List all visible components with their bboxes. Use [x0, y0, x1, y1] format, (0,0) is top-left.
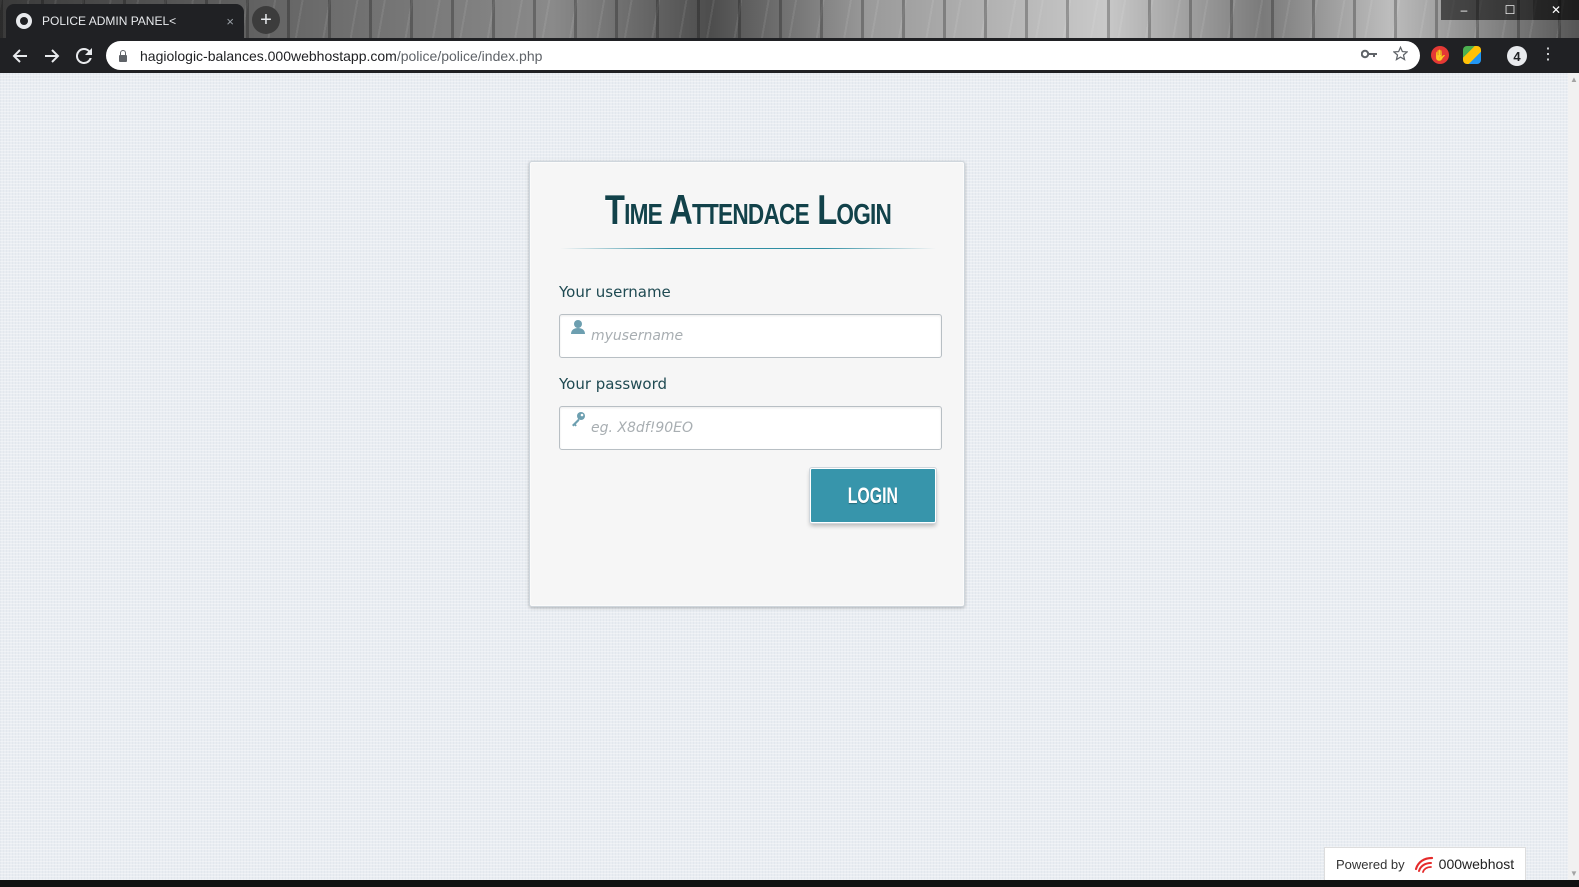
minimize-button[interactable]: –	[1441, 0, 1487, 20]
browser-toolbar: hagiologic-balances.000webhostapp.com/po…	[0, 38, 1579, 73]
close-window-button[interactable]: ✕	[1533, 0, 1579, 20]
star-icon[interactable]	[1392, 45, 1409, 65]
maximize-button[interactable]: ☐	[1487, 0, 1533, 20]
powered-by-badge[interactable]: Powered by 000webhost	[1324, 847, 1526, 880]
scroll-down-icon[interactable]: ▼	[1570, 869, 1578, 878]
more-menu-icon[interactable]: ⋮	[1540, 46, 1556, 64]
window-bottom-edge	[0, 880, 1579, 887]
brand-name: 000webhost	[1438, 856, 1515, 872]
scroll-up-icon[interactable]: ▲	[1570, 75, 1578, 84]
password-input[interactable]	[560, 407, 941, 449]
page-background: Time Attendace Login Your username Your …	[0, 73, 1568, 880]
browser-titlebar: POLICE ADMIN PANEL< × + – ☐ ✕	[0, 0, 1579, 38]
login-button-label: LOGIN	[847, 482, 899, 508]
password-label: Your password	[559, 375, 668, 393]
forward-icon[interactable]	[36, 40, 68, 72]
username-field-wrapper	[559, 314, 942, 358]
key-icon[interactable]	[1360, 46, 1377, 65]
login-panel: Time Attendace Login Your username Your …	[529, 161, 965, 607]
url-host: hagiologic-balances.000webhostapp.com	[140, 47, 397, 64]
profile-badge-icon[interactable]: 4	[1507, 46, 1527, 66]
reload-icon[interactable]	[68, 40, 100, 72]
globe-icon	[16, 13, 32, 29]
password-field-wrapper	[559, 406, 942, 450]
new-tab-button[interactable]: +	[252, 6, 280, 34]
tab-title: POLICE ADMIN PANEL<	[42, 14, 177, 28]
browser-tab[interactable]: POLICE ADMIN PANEL< ×	[6, 4, 244, 38]
back-icon[interactable]	[4, 40, 36, 72]
address-bar[interactable]: hagiologic-balances.000webhostapp.com/po…	[106, 41, 1420, 70]
username-input[interactable]	[560, 315, 941, 357]
login-title: Time Attendace Login	[604, 186, 892, 233]
username-label: Your username	[559, 283, 671, 301]
000webhost-logo-icon	[1414, 856, 1433, 873]
powered-by-text: Powered by	[1336, 856, 1405, 872]
title-divider	[560, 248, 936, 249]
window-controls: – ☐ ✕	[1441, 0, 1579, 20]
lock-icon[interactable]	[118, 49, 128, 62]
login-button[interactable]: LOGIN	[810, 468, 936, 523]
url-path: /police/police/index.php	[396, 47, 543, 64]
stop-extension-icon[interactable]: ✋	[1431, 46, 1449, 64]
page-scrollbar[interactable]: ▲ ▼	[1568, 73, 1579, 880]
tab-close-icon[interactable]: ×	[226, 14, 234, 29]
color-extension-icon[interactable]	[1463, 46, 1481, 64]
